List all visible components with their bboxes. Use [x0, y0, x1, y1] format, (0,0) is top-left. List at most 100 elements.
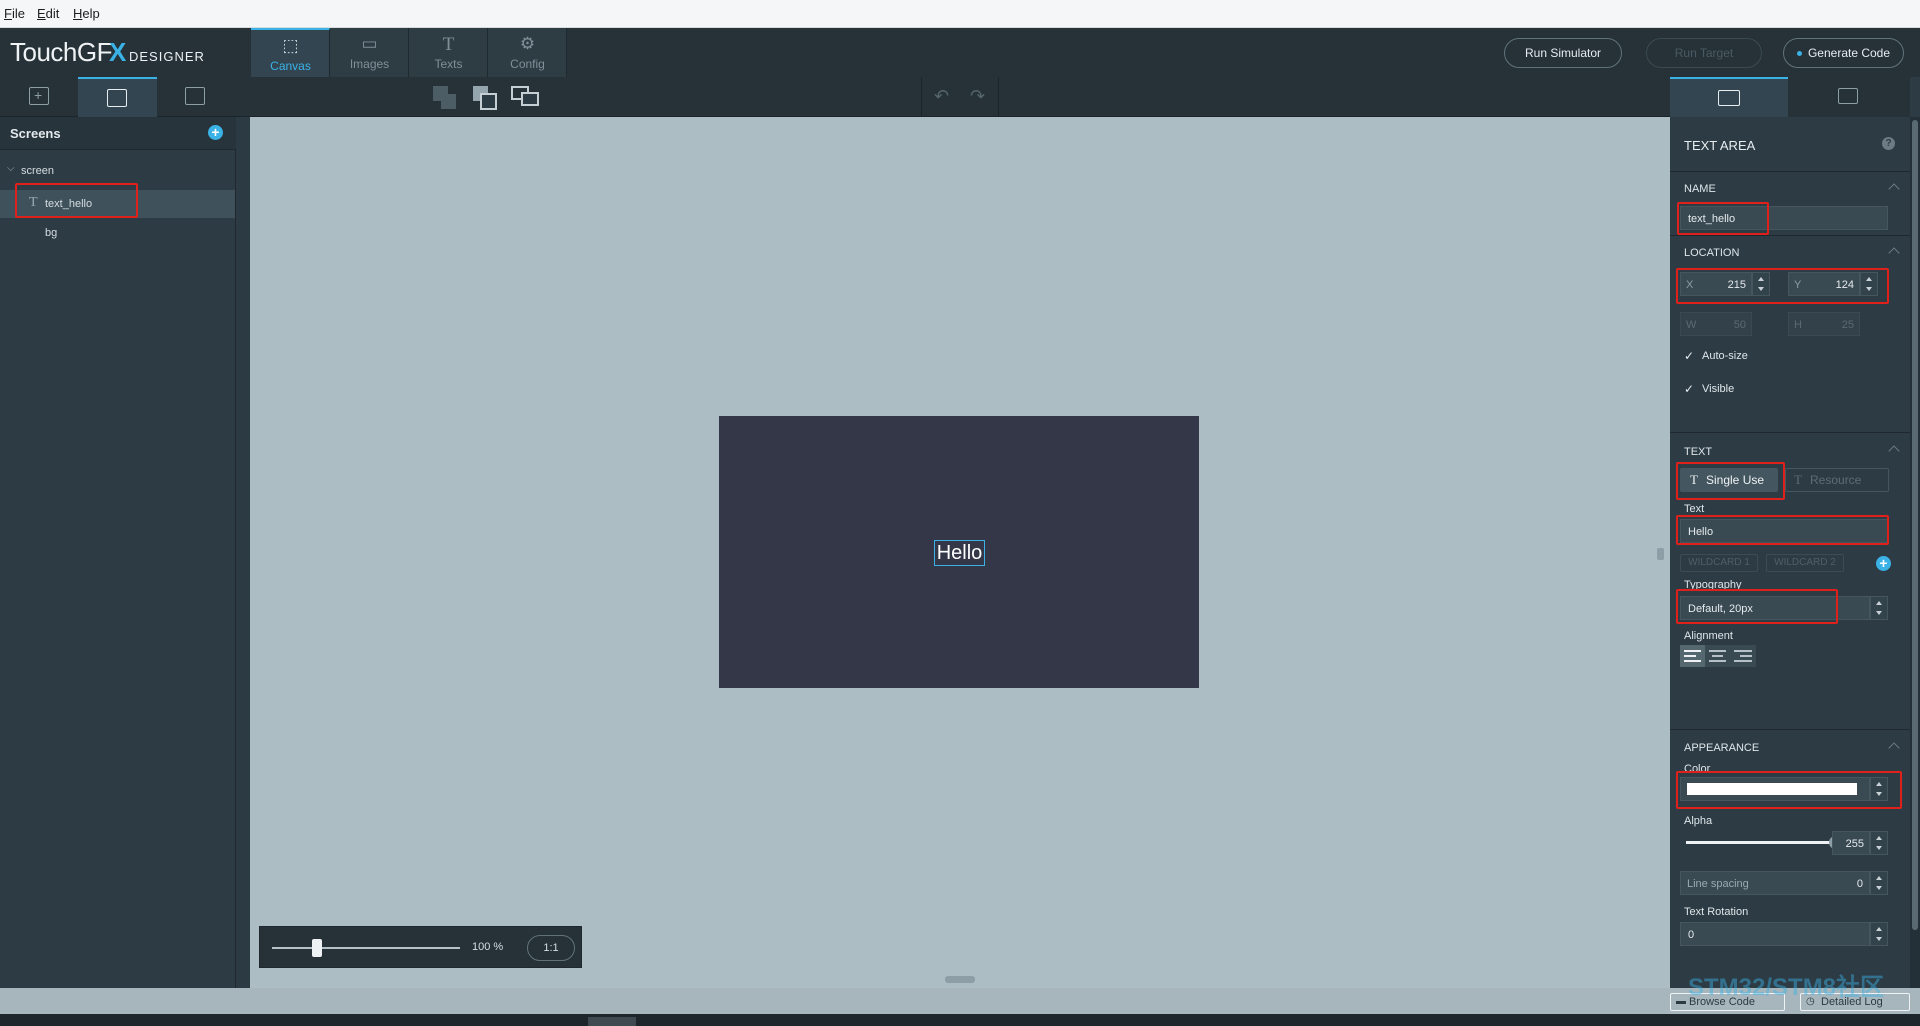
texts-icon: T [442, 34, 455, 55]
bring-forward-icon[interactable] [432, 85, 458, 111]
zoom-slider-thumb[interactable] [312, 939, 323, 957]
align-left-icon[interactable] [1680, 645, 1705, 667]
tree-item-bg[interactable]: bg [0, 219, 235, 247]
zoom-slider-track[interactable] [272, 947, 460, 949]
tab-label: Config [510, 57, 545, 71]
tab-texts[interactable]: T Texts [409, 28, 488, 77]
properties-title: TEXT AREA [1684, 138, 1756, 153]
run-simulator-button[interactable]: Run Simulator [1504, 38, 1622, 68]
visible-label: Visible [1702, 383, 1735, 395]
watermark-text: STM32/STM8社区 [1688, 974, 1885, 1001]
bottom-resize-handle[interactable] [945, 976, 975, 983]
highlight-box [1676, 589, 1838, 624]
send-backward-icon[interactable] [472, 85, 498, 111]
secondary-toolbar: + ↶ ↷ [0, 77, 1920, 117]
section-title: APPEARANCE [1684, 742, 1760, 754]
wildcard2-button[interactable]: WILDCARD 2 [1766, 554, 1844, 572]
alignment-group [1680, 645, 1756, 667]
text-rotation-label: Text Rotation [1684, 906, 1749, 918]
wildcard1-button[interactable]: WILDCARD 1 [1680, 554, 1758, 572]
line-spacing-stepper[interactable] [1870, 871, 1888, 895]
panel-resize-handle[interactable] [1657, 548, 1664, 560]
text-rotation-stepper[interactable] [1870, 922, 1888, 946]
tree-item-screen[interactable]: ⌵ screen [0, 158, 235, 186]
tab-interactions-right[interactable] [1788, 77, 1910, 117]
interactions-icon [185, 87, 205, 105]
add-screen-button[interactable]: + [208, 125, 223, 140]
tab-images[interactable]: ▭ Images [330, 28, 409, 77]
visible-checkbox[interactable]: ✓ [1684, 382, 1694, 396]
section-title: LOCATION [1684, 247, 1740, 259]
tab-interactions[interactable] [156, 77, 235, 117]
text-section: TEXT T Single Use T Resource Text Hello … [1670, 432, 1910, 729]
generate-dot-icon [1796, 51, 1802, 57]
section-title: TEXT [1684, 446, 1713, 458]
text-area-hello[interactable]: Hello [934, 540, 985, 566]
alpha-stepper[interactable] [1870, 831, 1888, 855]
zoom-reset-button[interactable]: 1:1 [527, 935, 575, 961]
tree-item-label: screen [21, 165, 55, 177]
highlight-box [1676, 515, 1889, 545]
typography-stepper[interactable] [1870, 596, 1888, 620]
alpha-slider-track[interactable] [1686, 841, 1830, 844]
section-title: NAME [1684, 183, 1716, 195]
tab-config[interactable]: ⚙ Config [488, 28, 567, 77]
align-right-icon[interactable] [1730, 645, 1756, 667]
auto-size-label: Auto-size [1702, 350, 1748, 362]
chevron-down-icon[interactable]: ⌵ [7, 163, 15, 174]
taskbar-item[interactable] [588, 1017, 636, 1026]
redo-icon[interactable]: ↷ [970, 86, 985, 107]
undo-redo-group: ↶ ↷ [921, 77, 999, 117]
tab-canvas[interactable]: ⬚ Canvas [251, 28, 330, 77]
folder-icon: ▬ [1676, 996, 1686, 1007]
highlight-box [15, 183, 138, 218]
app-header: TouchGF X DESIGNER ⬚ Canvas ▭ Images T T… [0, 28, 1920, 77]
tab-label: Texts [434, 57, 463, 71]
tree-view-icon [107, 89, 127, 107]
scrollbar-thumb[interactable] [1912, 120, 1918, 930]
collapse-icon[interactable] [1888, 183, 1900, 195]
collapse-icon[interactable] [1888, 445, 1900, 457]
design-canvas[interactable]: Hello [250, 117, 1670, 988]
text-label: Text [1684, 503, 1705, 515]
run-target-button[interactable]: Run Target [1646, 38, 1762, 68]
add-wildcard-button[interactable]: + [1876, 556, 1891, 571]
line-spacing-field[interactable]: Line spacing 0 [1680, 871, 1870, 895]
align-center-icon[interactable] [1705, 645, 1730, 667]
resource-button[interactable]: T Resource [1785, 468, 1889, 492]
tab-label: Images [349, 57, 390, 71]
h-label: H [1794, 319, 1802, 331]
menu-help[interactable]: Help [73, 6, 100, 21]
w-label: W [1686, 319, 1697, 331]
app-window: File Edit Help TouchGF X DESIGNER ⬚ Canv… [0, 0, 1920, 1026]
menu-file[interactable]: File [4, 6, 25, 21]
menu-edit[interactable]: Edit [37, 6, 59, 21]
highlight-box [1676, 462, 1785, 500]
w-field: W 50 [1680, 312, 1752, 336]
alpha-label: Alpha [1684, 815, 1713, 827]
arrange-icon[interactable] [510, 85, 540, 111]
undo-icon[interactable]: ↶ [934, 86, 949, 107]
tab-label: Canvas [270, 59, 311, 73]
tab-properties[interactable] [1670, 77, 1788, 117]
config-icon: ⚙ [519, 34, 536, 53]
help-icon[interactable]: ? [1882, 137, 1895, 150]
canvas-icon: ⬚ [282, 36, 299, 55]
generate-code-label: Generate Code [1807, 46, 1891, 60]
properties-icon [1718, 90, 1740, 106]
alpha-input[interactable]: 255 [1832, 831, 1870, 855]
tab-tree-view[interactable] [78, 77, 157, 117]
generate-code-button[interactable]: Generate Code [1783, 38, 1904, 68]
auto-size-checkbox[interactable]: ✓ [1684, 349, 1694, 363]
collapse-icon[interactable] [1888, 247, 1900, 259]
location-section: LOCATION X 215 Y 124 W 50 H 25 ✓ Auto-si… [1670, 235, 1910, 432]
collapse-icon[interactable] [1888, 742, 1900, 754]
alignment-label: Alignment [1684, 630, 1733, 642]
logo-x: X [109, 37, 127, 67]
line-spacing-label: Line spacing [1687, 878, 1749, 890]
text-rotation-input[interactable]: 0 [1680, 922, 1870, 946]
interaction-icon [1838, 88, 1858, 104]
tab-add-widget[interactable]: + [0, 77, 79, 117]
tree-item-label: bg [45, 227, 58, 239]
highlight-box [1676, 268, 1889, 304]
